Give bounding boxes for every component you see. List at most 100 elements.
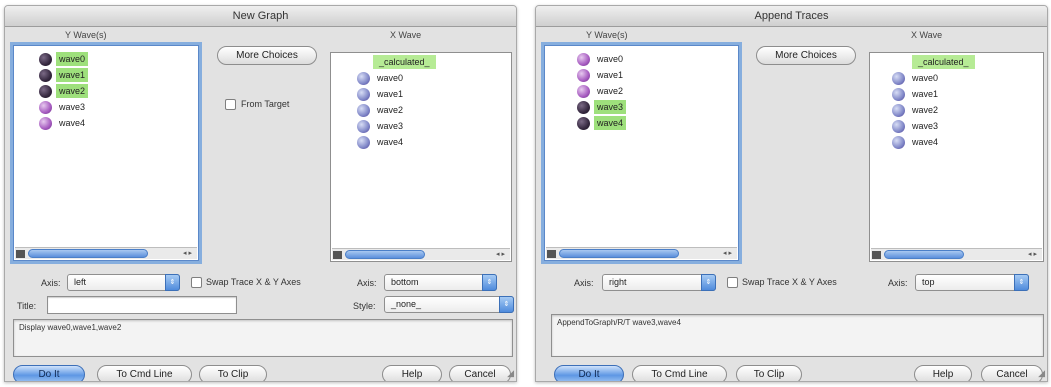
list-item[interactable]: wave3 xyxy=(892,119,941,133)
wave-icon xyxy=(577,116,590,130)
cancel-button[interactable]: Cancel xyxy=(449,365,511,381)
more-choices-button[interactable]: More Choices xyxy=(217,46,317,65)
list-item[interactable]: _calculated_ xyxy=(373,55,436,69)
to-cmd-line-button[interactable]: To Cmd Line xyxy=(632,365,727,381)
append-traces-dialog: Append Traces Y Wave(s) X Wave wave0 wav… xyxy=(535,5,1048,382)
to-cmd-line-button[interactable]: To Cmd Line xyxy=(97,365,192,381)
y-axis-popup[interactable]: left ⇕ xyxy=(67,274,180,291)
popup-arrow-icon: ⇕ xyxy=(165,274,180,291)
resize-grip-icon[interactable]: ◢ xyxy=(1038,368,1045,379)
scroll-thumb[interactable] xyxy=(559,249,679,258)
list-item[interactable]: wave2 xyxy=(39,84,89,98)
wave-icon xyxy=(39,84,52,98)
wave-icon xyxy=(357,71,370,85)
list-item[interactable]: wave4 xyxy=(357,135,406,149)
x-wave-list[interactable]: _calculated_ wave0 wave1 wave2 wave3 wav… xyxy=(869,52,1044,262)
style-popup[interactable]: _none_ ⇕ xyxy=(384,296,514,313)
scroll-arrows-icon[interactable]: ◂▸ xyxy=(1028,249,1039,260)
list-item[interactable]: wave2 xyxy=(892,103,941,117)
scroll-thumb[interactable] xyxy=(345,250,425,259)
list-item[interactable]: wave0 xyxy=(357,71,406,85)
list-item[interactable]: wave4 xyxy=(892,135,941,149)
list-item[interactable]: wave0 xyxy=(39,52,89,66)
y-axis-popup[interactable]: right ⇕ xyxy=(602,274,716,291)
more-choices-button[interactable]: More Choices xyxy=(756,46,856,65)
scroll-thumb[interactable] xyxy=(884,250,964,259)
popup-arrow-icon: ⇕ xyxy=(1014,274,1029,291)
wave-icon xyxy=(892,71,905,85)
list-item[interactable]: wave4 xyxy=(577,116,627,130)
swap-axes-checkbox[interactable] xyxy=(727,277,738,288)
x-wave-list[interactable]: _calculated_ wave0 wave1 wave2 wave3 wav… xyxy=(330,52,512,262)
title-label: Title: xyxy=(17,301,37,311)
list-item[interactable]: wave3 xyxy=(39,100,88,114)
wave-icon xyxy=(39,68,52,82)
list-item[interactable]: _calculated_ xyxy=(912,55,975,69)
scroll-end-icon xyxy=(16,250,25,258)
wave-icon xyxy=(357,119,370,133)
title-field[interactable] xyxy=(47,296,237,314)
x-axis-label: Axis: xyxy=(357,278,377,288)
wave-icon xyxy=(39,116,52,130)
to-clip-button[interactable]: To Clip xyxy=(199,365,267,381)
list-item[interactable]: wave4 xyxy=(39,116,88,130)
resize-grip-icon[interactable]: ◢ xyxy=(507,368,514,379)
scroll-thumb[interactable] xyxy=(28,249,148,258)
swap-axes-label: Swap Trace X & Y Axes xyxy=(742,277,837,287)
wave-icon xyxy=(39,52,52,66)
from-target-checkbox[interactable] xyxy=(225,99,236,110)
new-graph-dialog: New Graph Y Wave(s) X Wave wave0 wave1 w… xyxy=(4,5,517,382)
scroll-end-icon xyxy=(333,251,342,259)
y-waves-list[interactable]: wave0 wave1 wave2 wave3 wave4 ◂▸ xyxy=(544,45,739,261)
scroll-arrows-icon[interactable]: ◂▸ xyxy=(183,248,194,259)
list-item[interactable]: wave1 xyxy=(577,68,626,82)
y-axis-label: Axis: xyxy=(41,278,61,288)
list-item[interactable]: wave1 xyxy=(357,87,406,101)
list-item[interactable]: wave1 xyxy=(39,68,89,82)
from-target-label: From Target xyxy=(241,99,290,109)
x-axis-popup[interactable]: bottom ⇕ xyxy=(384,274,497,291)
horizontal-scrollbar[interactable]: ◂▸ xyxy=(871,248,1042,260)
do-it-button[interactable]: Do It xyxy=(13,365,85,381)
wave-icon xyxy=(357,135,370,149)
dialog-title: Append Traces xyxy=(536,6,1047,27)
y-waves-header: Y Wave(s) xyxy=(65,30,107,40)
y-axis-label: Axis: xyxy=(574,278,594,288)
list-item[interactable]: wave0 xyxy=(892,71,941,85)
do-it-button[interactable]: Do It xyxy=(554,365,624,381)
scroll-end-icon xyxy=(872,251,881,259)
scroll-end-icon xyxy=(547,250,556,258)
list-item[interactable]: wave0 xyxy=(577,52,626,66)
to-clip-button[interactable]: To Clip xyxy=(736,365,802,381)
scroll-arrows-icon[interactable]: ◂▸ xyxy=(723,248,734,259)
wave-icon xyxy=(577,100,590,114)
wave-icon xyxy=(577,68,590,82)
swap-axes-label: Swap Trace X & Y Axes xyxy=(206,277,301,287)
horizontal-scrollbar[interactable]: ◂▸ xyxy=(15,247,197,259)
horizontal-scrollbar[interactable]: ◂▸ xyxy=(546,247,737,259)
x-axis-label: Axis: xyxy=(888,278,908,288)
cancel-button[interactable]: Cancel xyxy=(981,365,1043,381)
list-item[interactable]: wave3 xyxy=(357,119,406,133)
wave-icon xyxy=(892,119,905,133)
horizontal-scrollbar[interactable]: ◂▸ xyxy=(332,248,510,260)
command-preview[interactable]: Display wave0,wave1,wave2 xyxy=(13,319,513,357)
help-button[interactable]: Help xyxy=(914,365,972,381)
x-wave-header: X Wave xyxy=(390,30,422,40)
wave-icon xyxy=(39,100,52,114)
style-label: Style: xyxy=(353,301,376,311)
scroll-arrows-icon[interactable]: ◂▸ xyxy=(496,249,507,260)
x-axis-popup[interactable]: top ⇕ xyxy=(915,274,1029,291)
help-button[interactable]: Help xyxy=(382,365,442,381)
swap-axes-checkbox[interactable] xyxy=(191,277,202,288)
list-item[interactable]: wave3 xyxy=(577,100,627,114)
command-preview[interactable]: AppendToGraph/R/T wave3,wave4 xyxy=(551,314,1044,357)
list-item[interactable]: wave1 xyxy=(892,87,941,101)
x-wave-header: X Wave xyxy=(911,30,943,40)
popup-arrow-icon: ⇕ xyxy=(482,274,497,291)
wave-icon xyxy=(892,135,905,149)
y-waves-list[interactable]: wave0 wave1 wave2 wave3 wave4 ◂▸ xyxy=(13,45,199,261)
list-item[interactable]: wave2 xyxy=(577,84,626,98)
wave-icon xyxy=(892,103,905,117)
list-item[interactable]: wave2 xyxy=(357,103,406,117)
